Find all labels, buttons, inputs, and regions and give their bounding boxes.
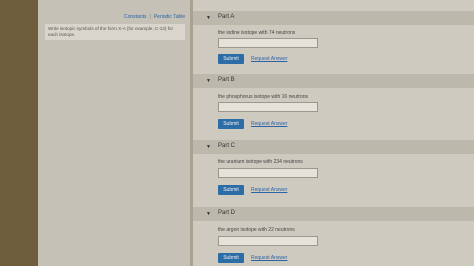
- part-b-submit-button[interactable]: Submit: [218, 119, 244, 129]
- part-a-submit-button[interactable]: Submit: [218, 54, 244, 64]
- part-b-answer-field[interactable]: [218, 102, 318, 112]
- part-a-request-answer-link[interactable]: Request Answer: [251, 56, 287, 62]
- part-c-title: Part C: [218, 143, 236, 149]
- part-c-request-answer-link[interactable]: Request Answer: [251, 187, 287, 193]
- part-d-question: the argon isotope with 22 neutrons: [218, 227, 295, 233]
- part-a-header[interactable]: ▼ Part A: [193, 11, 474, 25]
- part-c-submit-button[interactable]: Submit: [218, 185, 244, 195]
- part-d-title: Part D: [218, 210, 236, 216]
- part-d-request-answer-link[interactable]: Request Answer: [251, 255, 287, 261]
- part-c-header[interactable]: ▼ Part C: [193, 140, 474, 154]
- link-separator: |: [149, 14, 151, 20]
- part-d-submit-button[interactable]: Submit: [218, 253, 244, 263]
- chevron-down-icon: ▼: [206, 144, 211, 150]
- periodic-table-link[interactable]: Periodic Table: [154, 14, 185, 20]
- part-b-title: Part B: [218, 77, 235, 83]
- instructions: Write isotopic symbols of the form X-A (…: [45, 24, 185, 40]
- part-b-question: the phosphorus isotope with 16 neutrons: [218, 94, 309, 100]
- part-d-answer-field[interactable]: [218, 236, 318, 246]
- window-edge: [0, 0, 38, 266]
- part-b-request-answer-link[interactable]: Request Answer: [251, 121, 287, 127]
- constants-link[interactable]: Constants: [124, 14, 147, 20]
- left-panel: Constants | Periodic Table Write isotopic …: [38, 0, 190, 266]
- part-a-answer-field[interactable]: [218, 38, 318, 48]
- part-d-header[interactable]: ▼ Part D: [193, 207, 474, 221]
- resource-links: Constants | Periodic Table: [124, 14, 185, 20]
- chevron-down-icon: ▼: [206, 211, 211, 217]
- part-a-question: the iodine isotope with 74 neutrons: [218, 30, 296, 36]
- part-c-question: the uranium isotope with 234 neutrons: [218, 159, 303, 165]
- part-c-answer-field[interactable]: [218, 168, 318, 178]
- chevron-down-icon: ▼: [206, 15, 211, 21]
- part-b-header[interactable]: ▼ Part B: [193, 74, 474, 88]
- part-a-title: Part A: [218, 14, 235, 20]
- parts-panel: ▼ Part A the iodine isotope with 74 neut…: [193, 0, 474, 266]
- chevron-down-icon: ▼: [206, 78, 211, 84]
